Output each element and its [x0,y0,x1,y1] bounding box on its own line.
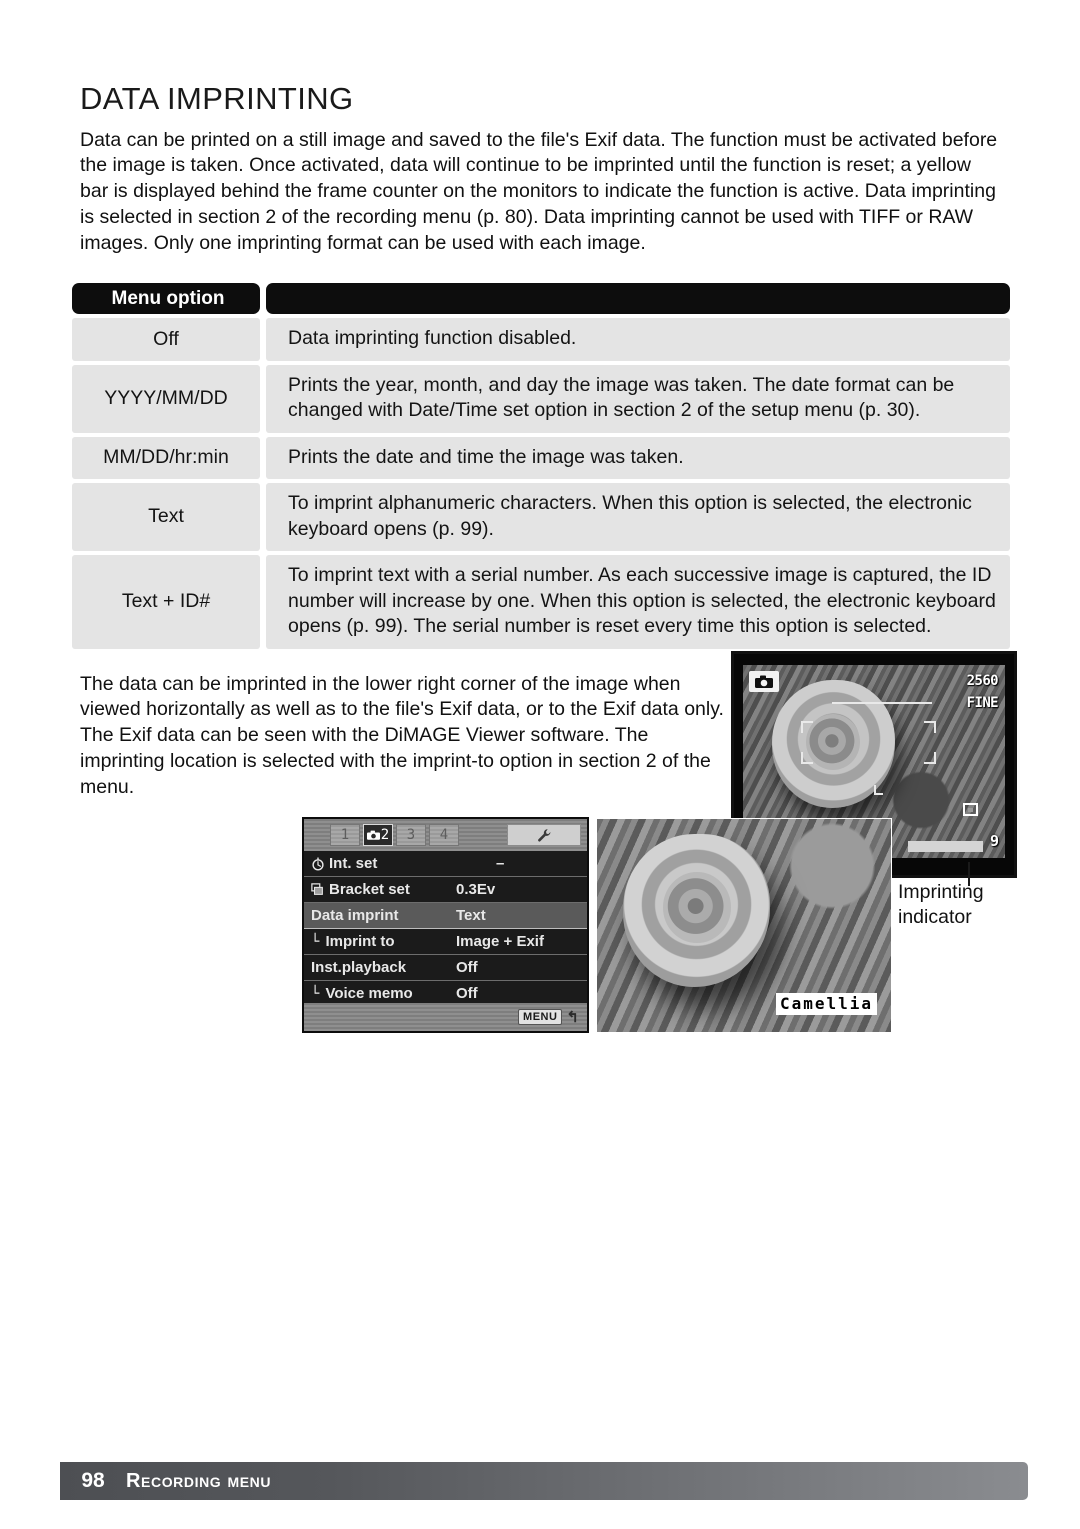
menu-row-imprint-to[interactable]: └ Imprint to Image + Exif [304,929,587,955]
menu-tab-2-label: 2 [380,827,390,843]
menu-label-bracket-set: Bracket set [329,881,410,898]
submenu-corner-icon: └ [311,933,320,950]
table-cell-description: Prints the year, month, and day the imag… [266,364,1010,433]
quality-indicator: FINE [966,695,999,711]
table-cell-description: Data imprinting function disabled. [266,318,1010,361]
back-arrow-icon: ↰ [566,1009,579,1026]
table-cell-option: Text [72,483,260,551]
menu-value-voice-memo: Off [456,985,478,1002]
menu-row-data-imprint[interactable]: Data imprint Text [304,903,587,929]
menu-label-imprint-to: Imprint to [325,933,395,950]
imprinting-indicator-bar [908,841,983,852]
table-header-row: Menu option [72,283,1010,314]
table-header-option: Menu option [72,283,260,314]
table-cell-option: MM/DD/hr:min [72,436,260,479]
timer-icon [312,857,324,870]
table-row: Text To imprint alphanumeric characters.… [72,483,1010,551]
menu-row-int-set[interactable]: Int. set – [304,851,587,877]
footer-page-number: 98 [81,1469,105,1492]
table-row: YYYY/MM/DD Prints the year, month, and d… [72,364,1010,433]
focus-frame-top-left-icon [800,720,813,733]
intro-paragraph: Data can be printed on a still image and… [80,128,998,254]
menu-value-int-set: – [496,855,505,872]
menu-button-label[interactable]: MENU [518,1009,563,1025]
menu-item-list: Int. set – Bracket set 0.3Ev Data imprin… [304,851,587,1007]
menu-row-bracket-set[interactable]: Bracket set 0.3Ev [304,877,587,903]
menu-tab-4[interactable]: 4 [429,824,459,846]
resolution-indicator: 2560 [966,673,999,689]
menu-value-inst-playback: Off [456,959,478,976]
menu-tab-3[interactable]: 3 [396,824,426,846]
page-footer: 98 Recording menu [60,1462,1028,1500]
menu-tab-setup[interactable] [507,824,581,846]
wrench-icon [537,828,550,842]
imprinting-indicator-caption: Imprinting indicator [898,881,984,928]
menu-option-table: Menu option Off Data imprinting function… [72,283,1010,653]
menu-tab-1[interactable]: 1 [330,824,360,846]
menu-tab-bar: 1 2 3 4 [304,819,587,851]
menu-tab-2[interactable]: 2 [363,824,393,846]
table-cell-option: YYYY/MM/DD [72,364,260,433]
menu-label-data-imprint: Data imprint [311,907,399,924]
footer-section-title: Recording menu [126,1469,272,1492]
lower-paragraph: The data can be imprinted in the lower r… [80,672,724,798]
imprinted-text-label: Camellia [775,993,877,1015]
frame-counter: 9 [989,832,999,850]
focus-frame-top-right-icon [923,720,936,733]
menu-value-data-imprint: Text [456,907,486,924]
submenu-corner-icon: └ [311,985,320,1002]
camera-icon [749,671,779,692]
table-cell-option: Text + ID# [72,555,260,649]
table-row: Off Data imprinting function disabled. [72,318,1010,361]
page-title: DATA IMPRINTING [80,80,354,116]
menu-label-voice-memo: Voice memo [325,985,413,1002]
focus-frame-bottom-right-icon [923,751,936,764]
menu-footer-bar: MENU ↰ [304,1003,587,1031]
menu-row-inst-playback[interactable]: Inst.playback Off [304,955,587,981]
flower-subject [623,833,771,988]
menu-value-imprint-to: Image + Exif [456,933,544,950]
camera-recording-menu-screen: 1 2 3 4 Int. set – Bracket set 0.3Ev Dat… [302,817,589,1033]
sample-imprinted-photo: Camellia [596,818,892,1033]
menu-value-bracket-set: 0.3Ev [456,881,496,898]
spot-metering-icon [963,803,978,816]
menu-label-int-set: Int. set [329,855,378,872]
table-row: MM/DD/hr:min Prints the date and time th… [72,436,1010,479]
bracket-icon [311,882,323,895]
table-header-description [266,283,1010,314]
menu-label-inst-playback: Inst.playback [311,959,407,976]
table-cell-option: Off [72,318,260,361]
table-row: Text + ID# To imprint text with a serial… [72,555,1010,649]
table-cell-description: To imprint text with a serial number. As… [266,555,1010,649]
focus-frame-bottom-left-icon [800,751,813,764]
camera-icon [366,830,380,840]
table-cell-description: Prints the date and time the image was t… [266,436,1010,479]
focus-frame-top-icon [832,701,932,712]
focus-frame-bottom-icon [874,784,883,795]
table-cell-description: To imprint alphanumeric characters. When… [266,483,1010,551]
